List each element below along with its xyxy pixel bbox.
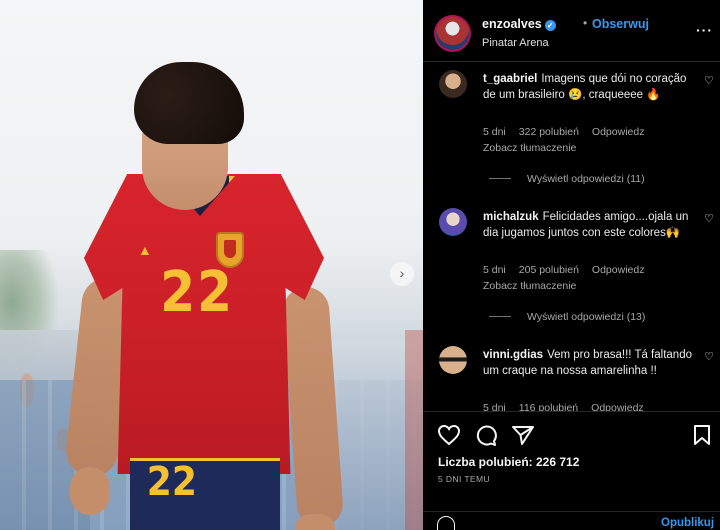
like-heart-icon[interactable] [437, 424, 461, 446]
comment-likes[interactable]: 116 polubień [519, 402, 578, 411]
post-header: enzoalves ✓ • Obserwuj Pinatar Arena ··· [423, 0, 720, 62]
replies-line [489, 316, 511, 317]
comment-time[interactable]: 5 dni [483, 264, 506, 276]
post-location[interactable]: Pinatar Arena [482, 37, 549, 49]
comment-likes[interactable]: 205 polubień [519, 264, 579, 276]
emoji-icon[interactable] [437, 516, 455, 530]
share-send-icon[interactable] [511, 424, 535, 446]
verified-badge-icon: ✓ [544, 20, 556, 31]
comment-meta: 5 dni 116 polubień Odpowiedz [483, 402, 657, 411]
post-photo[interactable]: ▲ 22 22 › [0, 0, 423, 530]
comment-body: vinni.gdias Vem pro brasa!!! Tá faltando … [483, 347, 695, 379]
comment-body: michalzuk Felicidades amigo....ojala un d… [483, 209, 695, 241]
comment-time[interactable]: 5 dni [483, 402, 506, 411]
view-replies-label[interactable]: Wyświetl odpowiedzi (13) [527, 311, 645, 323]
kit-maker-logo: ▲ [138, 242, 152, 258]
follow-button[interactable]: Obserwuj [592, 17, 649, 31]
commenter-username[interactable]: t_gaabriel [483, 73, 537, 85]
publish-button[interactable]: Opublikuj [661, 517, 714, 529]
add-comment-bar: Opublikuj [423, 511, 720, 530]
save-bookmark-icon[interactable] [693, 424, 711, 446]
comment-like-icon[interactable]: ♡ [704, 212, 714, 225]
view-replies-button[interactable]: Wyświetl odpowiedzi (13) [489, 311, 645, 323]
comment-like-icon[interactable]: ♡ [704, 74, 714, 87]
post-time-ago[interactable]: 5 DNI TEMU [438, 474, 490, 484]
post-actions: Liczba polubień: 226 712 5 DNI TEMU [423, 411, 720, 511]
author-avatar[interactable] [434, 15, 471, 52]
shorts-number: 22 [146, 459, 197, 505]
shirt-number: 22 [160, 260, 234, 325]
comment-input[interactable] [463, 515, 643, 530]
commenter-avatar[interactable] [439, 346, 467, 374]
commenter-username[interactable]: vinni.gdias [483, 349, 543, 361]
author-username-text[interactable]: enzoalves [482, 17, 542, 31]
comments-list[interactable]: t_gaabriel Imagens que dói no coração de … [423, 62, 720, 411]
author-username[interactable]: enzoalves ✓ [482, 17, 556, 31]
more-options-icon[interactable]: ··· [696, 22, 713, 38]
view-replies-button[interactable]: Wyświetl odpowiedzi (11) [489, 173, 645, 185]
player-left-hand [70, 467, 110, 515]
commenter-username[interactable]: michalzuk [483, 211, 539, 223]
comment-meta: 5 dni 322 polubień Odpowiedz [483, 126, 657, 138]
comment-body: t_gaabriel Imagens que dói no coração de … [483, 71, 695, 103]
comment-reply-button[interactable]: Odpowiedz [591, 402, 644, 411]
view-replies-label[interactable]: Wyświetl odpowiedzi (11) [527, 173, 645, 185]
comment-reply-button[interactable]: Odpowiedz [592, 264, 645, 276]
see-translation-link[interactable]: Zobacz tłumaczenie [483, 142, 576, 154]
player-right-arm [281, 285, 345, 529]
comment-reply-button[interactable]: Odpowiedz [592, 126, 645, 138]
commenter-avatar[interactable] [439, 70, 467, 98]
comment-meta: 5 dni 205 polubień Odpowiedz [483, 264, 657, 276]
player-figure: ▲ 22 22 [63, 62, 345, 530]
header-separator: • [583, 16, 588, 30]
comment-likes[interactable]: 322 polubień [519, 126, 579, 138]
post-side-panel: enzoalves ✓ • Obserwuj Pinatar Arena ··· … [423, 0, 720, 530]
comment-time[interactable]: 5 dni [483, 126, 506, 138]
next-photo-button[interactable]: › [390, 262, 414, 286]
player-hair [134, 62, 244, 144]
see-translation-link[interactable]: Zobacz tłumaczenie [483, 280, 576, 292]
replies-line [489, 178, 511, 179]
likes-count[interactable]: Liczba polubień: 226 712 [438, 455, 579, 469]
commenter-avatar[interactable] [439, 208, 467, 236]
background-stripe [405, 330, 423, 530]
comment-like-icon[interactable]: ♡ [704, 350, 714, 363]
player-right-hand [295, 514, 335, 530]
comment-bubble-icon[interactable] [474, 424, 498, 446]
